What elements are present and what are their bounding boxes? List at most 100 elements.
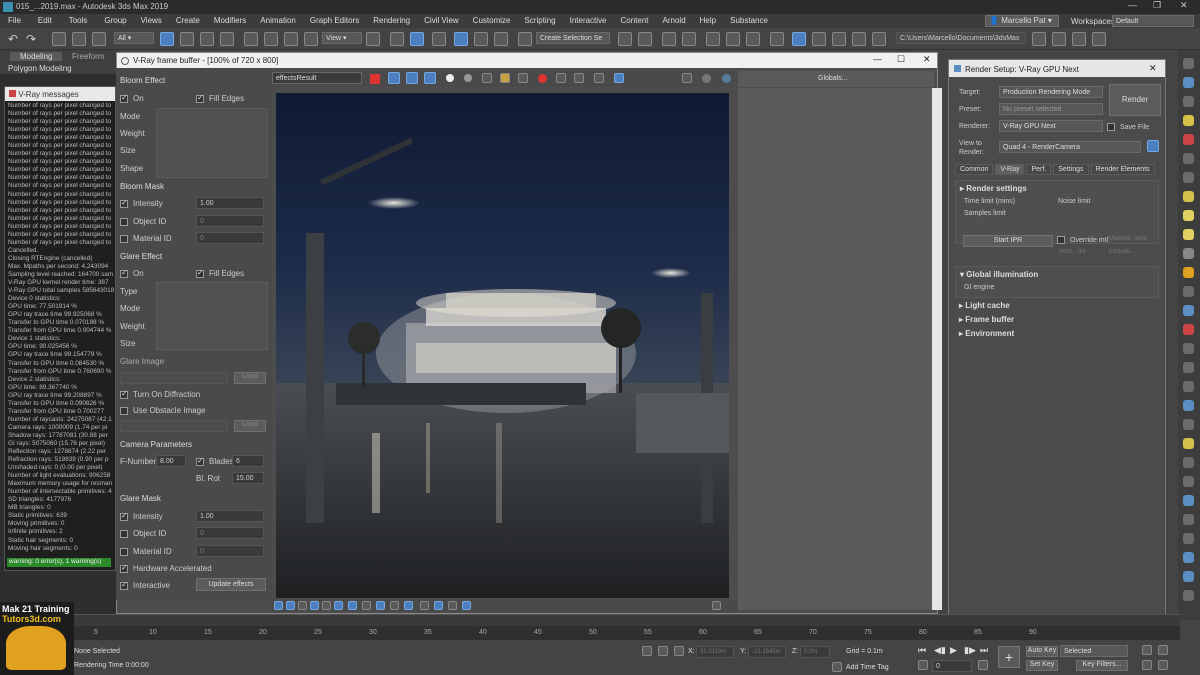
glare-intensity-row[interactable]: Intensity [120, 511, 163, 521]
command-panel-icon[interactable] [1183, 476, 1194, 487]
diffraction-checkbox[interactable]: Turn On Diffraction [120, 389, 200, 399]
time-config-icon[interactable] [978, 660, 988, 670]
vfb-bottom-icon-12[interactable] [420, 601, 429, 610]
reference-coord-dropdown[interactable]: View ▾ [322, 32, 362, 44]
time-slider[interactable] [74, 614, 1180, 626]
ribbon-tab-freeform[interactable]: Freeform [72, 52, 104, 61]
vfb-bottom-icon-15[interactable] [462, 601, 471, 610]
render-setup-tab-settings[interactable]: Settings [1053, 164, 1089, 175]
render-setup-tab-common[interactable]: Common [955, 164, 994, 175]
selected-dropdown[interactable]: Selected [1060, 645, 1128, 657]
globals-button[interactable]: Globals... [818, 75, 848, 82]
glare-fill-edges-checkbox[interactable]: Fill Edges [196, 268, 244, 278]
goto-start-icon[interactable]: ⏮ [918, 645, 926, 656]
bloom-intensity-field[interactable]: 1.00 [196, 197, 264, 209]
prev-frame-icon[interactable]: ◀▮ [934, 645, 946, 656]
command-panel-icon[interactable] [1183, 324, 1194, 335]
maximize-button[interactable]: ❐ [1153, 0, 1161, 11]
vfb-bottom-icon-9[interactable] [376, 601, 385, 610]
menu-item-substance[interactable]: Substance [730, 16, 768, 25]
vray-icon-2[interactable] [1072, 32, 1086, 46]
vfb-close-button[interactable]: ✕ [923, 54, 931, 65]
vfb-region-icon[interactable] [594, 73, 604, 83]
view-to-render-dropdown[interactable]: Quad 4 - RenderCamera [999, 141, 1141, 153]
vfb-copy-icon[interactable] [556, 73, 566, 83]
glare-on-check[interactable] [120, 268, 128, 278]
hardware-accel-checkbox[interactable]: Hardware Accelerated [120, 563, 212, 573]
vfb-save-icon[interactable] [482, 73, 492, 83]
window-crossing-icon[interactable] [220, 32, 234, 46]
command-panel-icon[interactable] [1183, 210, 1194, 221]
glare-object-id-row[interactable]: Object ID [120, 529, 166, 538]
preset-dropdown[interactable]: No preset selected [999, 103, 1103, 115]
obstacle-image-check[interactable] [120, 406, 128, 415]
spinner-snap-icon[interactable] [494, 32, 508, 46]
glare-object-id-check[interactable] [120, 529, 128, 538]
command-panel-icon[interactable] [1183, 305, 1194, 316]
obstacle-image-field[interactable] [120, 420, 228, 432]
glare-params-box[interactable] [156, 282, 268, 350]
command-panel-icon[interactable] [1183, 419, 1194, 430]
lock-view-icon[interactable] [1147, 140, 1159, 152]
glare-material-id-row[interactable]: Material ID [120, 547, 172, 556]
bloom-intensity-row[interactable]: Intensity [120, 198, 163, 208]
vfb-render-last-icon[interactable] [614, 73, 624, 83]
history-panel[interactable] [738, 88, 932, 610]
obstacle-image-load-button[interactable]: Load [234, 420, 266, 432]
command-panel-icon[interactable] [1183, 533, 1194, 544]
vfb-bottom-icon-6[interactable] [334, 601, 343, 610]
render-setup-tab-v-ray[interactable]: V-Ray [995, 164, 1025, 175]
set-key-big-icon[interactable]: + [998, 646, 1020, 668]
ribbon-toggle-icon[interactable] [706, 32, 720, 46]
pan-view-icon[interactable] [1142, 645, 1152, 655]
rendered-frame-window-icon[interactable] [812, 32, 826, 46]
vfb-blue-channel-icon[interactable] [424, 72, 436, 84]
current-frame-field[interactable]: 0 [932, 660, 972, 672]
diffraction-check[interactable] [120, 389, 128, 399]
vfb-bottom-icon-7[interactable] [348, 601, 357, 610]
menu-item-graph-editors[interactable]: Graph Editors [310, 16, 359, 25]
command-panel-icon[interactable] [1183, 381, 1194, 392]
vfb-red-channel-icon[interactable] [388, 72, 400, 84]
vfb-bottom-icon-1[interactable] [274, 601, 283, 610]
bloom-material-id-check[interactable] [120, 234, 128, 243]
command-panel-icon[interactable] [1183, 172, 1194, 183]
vfb-load-icon[interactable] [500, 73, 510, 83]
command-panel-icon[interactable] [1183, 552, 1194, 563]
menu-item-content[interactable]: Content [621, 16, 649, 25]
command-panel-icon[interactable] [1183, 362, 1194, 373]
save-file-check[interactable] [1107, 123, 1115, 131]
vray-messages-log[interactable]: Number of rays per pixel changed to Numbe… [5, 101, 115, 554]
absolute-mode-icon[interactable] [674, 646, 684, 656]
target-dropdown[interactable]: Production Rendering Mode [999, 86, 1103, 98]
glare-image-field[interactable] [120, 372, 228, 384]
command-panel-icon[interactable] [1183, 457, 1194, 468]
glare-fill-edges-check[interactable] [196, 268, 204, 278]
isolate-selection-icon[interactable] [642, 646, 652, 656]
obstacle-image-checkbox[interactable]: Use Obstacle Image [120, 406, 205, 415]
bloom-on-checkbox[interactable]: On [120, 93, 144, 103]
bloom-fill-edges-checkbox[interactable]: Fill Edges [196, 93, 244, 103]
menu-item-rendering[interactable]: Rendering [373, 16, 410, 25]
bl-rot-field[interactable]: 15.00 [232, 472, 264, 484]
a360-gallery-icon[interactable] [872, 32, 886, 46]
environment-rollout[interactable]: ▸ Environment [959, 329, 1014, 338]
override-mtl-check[interactable] [1057, 236, 1065, 244]
glare-image-load-button[interactable]: Load [234, 372, 266, 384]
menu-item-scripting[interactable]: Scripting [524, 16, 555, 25]
render-image[interactable] [276, 93, 729, 598]
bloom-object-id-check[interactable] [120, 217, 128, 226]
vfb-bottom-icon-13[interactable] [434, 601, 443, 610]
blades-field[interactable]: 6 [232, 455, 264, 467]
menu-item-file[interactable]: File [8, 16, 21, 25]
command-panel-icon[interactable] [1183, 58, 1194, 69]
vfb-stop-icon[interactable] [538, 74, 547, 83]
link-icon[interactable] [52, 32, 66, 46]
render-setup-tab-perf-[interactable]: Perf. [1026, 164, 1052, 175]
auto-key-button[interactable]: Auto Key [1026, 646, 1058, 657]
key-filters-button[interactable]: Key Filters... [1076, 660, 1128, 671]
command-panel-icon[interactable] [1183, 343, 1194, 354]
render-settings-header[interactable]: ▸ Render settings [960, 184, 1027, 193]
bind-space-warp-icon[interactable] [92, 32, 106, 46]
ribbon-polygon-modeling[interactable]: Polygon Modeling [8, 64, 72, 73]
